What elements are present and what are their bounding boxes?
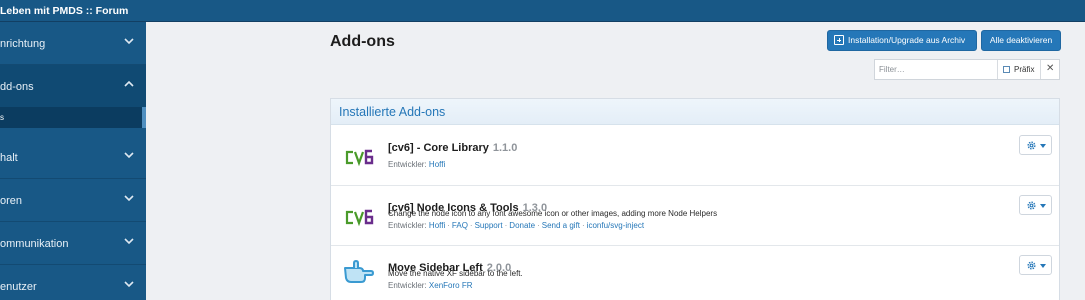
send-gift-link[interactable]: Send a gift xyxy=(542,221,580,230)
plus-square-icon xyxy=(834,35,844,45)
faq-link[interactable]: FAQ xyxy=(452,221,468,230)
addon-developer-line: Entwickler: Hoffi xyxy=(388,160,445,169)
addon-row-node-icons: [cv6] Node Icons & Tools 1.3.0 Change the… xyxy=(331,186,1059,246)
sidebar-item-label: nrichtung xyxy=(0,38,46,50)
sidebar-item-benutzer[interactable]: enutzer xyxy=(0,265,146,300)
addon-options-button[interactable] xyxy=(1019,195,1052,215)
svg-inject-link[interactable]: iconfu/svg-inject xyxy=(587,221,644,230)
sidebar: nrichtung dd-ons s halt oren ommunikatio… xyxy=(0,22,146,300)
sidebar-item-label: enutzer xyxy=(0,281,37,293)
addon-options-button[interactable] xyxy=(1019,255,1052,275)
sidebar-subitem-active[interactable]: s xyxy=(0,107,146,128)
page-title: Add-ons xyxy=(330,33,395,50)
filter-input[interactable]: Filter… xyxy=(879,65,905,74)
addon-row-move-sidebar: Move Sidebar Left 2.0.0 Move the native X… xyxy=(331,246,1059,300)
donate-link[interactable]: Donate xyxy=(509,221,535,230)
deactivate-all-button[interactable]: Alle deaktivieren xyxy=(981,30,1061,51)
addon-row-core-library: [cv6] - Core Library 1.1.0 Entwickler: Ho… xyxy=(331,126,1059,186)
addon-developer-line: Entwickler: XenForo FR xyxy=(388,281,473,290)
sidebar-item-inhalt[interactable]: halt xyxy=(0,136,146,179)
cv6-logo xyxy=(345,209,374,227)
support-link[interactable]: Support xyxy=(475,221,503,230)
sidebar-item-foren[interactable]: oren xyxy=(0,179,146,222)
gear-icon xyxy=(1027,141,1036,150)
addon-description: Move the native XF sidebar to the left. xyxy=(388,269,523,278)
addon-name-wrap: [cv6] - Core Library 1.1.0 xyxy=(388,142,517,154)
sidebar-item-label: halt xyxy=(0,152,18,164)
addon-description: Change the node icon to any font awesome… xyxy=(388,209,718,218)
chevron-down-icon xyxy=(124,281,134,288)
gear-icon xyxy=(1027,201,1036,210)
sidebar-item-label: ommunikation xyxy=(0,238,69,250)
chevron-down-icon xyxy=(1040,204,1046,208)
top-bar: Leben mit PMDS :: Forum xyxy=(0,0,1085,22)
developer-label: Entwickler: xyxy=(388,221,427,230)
addon-options-button[interactable] xyxy=(1019,135,1052,155)
divider xyxy=(1040,60,1041,79)
forum-title[interactable]: Leben mit PMDS :: Forum xyxy=(0,5,128,17)
addon-name[interactable]: [cv6] - Core Library xyxy=(388,142,489,154)
sidebar-item-label: oren xyxy=(0,195,23,207)
developer-label: Entwickler: xyxy=(388,160,427,169)
cv6-logo xyxy=(345,149,374,167)
prefix-label: Präfix xyxy=(1014,65,1035,74)
developer-link[interactable]: XenForo FR xyxy=(429,281,473,290)
chevron-down-icon xyxy=(124,238,134,245)
addon-version: 1.1.0 xyxy=(492,142,518,154)
chevron-down-icon xyxy=(124,38,134,45)
developer-link[interactable]: Hoffi xyxy=(429,221,445,230)
addon-developer-line: Entwickler: Hoffi · FAQ · Support · Donate · Sen… xyxy=(388,221,645,230)
sidebar-item-label: dd-ons xyxy=(0,81,34,93)
chevron-down-icon xyxy=(1040,264,1046,268)
chevron-down-icon xyxy=(1040,144,1046,148)
install-from-archive-button[interactable]: Installation/Upgrade aus Archiv xyxy=(827,30,977,51)
sidebar-item-einrichtung[interactable]: nrichtung xyxy=(0,22,146,65)
install-from-archive-label: Installation/Upgrade aus Archiv xyxy=(848,35,966,45)
chevron-down-icon xyxy=(124,195,134,202)
panel-title: Installierte Add-ons xyxy=(339,105,446,119)
filter-bar: Filter… Präfix ✕ xyxy=(874,59,1060,80)
prefix-checkbox[interactable] xyxy=(1003,66,1010,73)
panel-header: Installierte Add-ons xyxy=(331,99,1059,125)
sidebar-item-kommunikation[interactable]: ommunikation xyxy=(0,222,146,265)
developer-link[interactable]: Hoffi xyxy=(429,160,445,169)
chevron-down-icon xyxy=(124,152,134,159)
main-content: Add-ons Installation/Upgrade aus Archiv … xyxy=(146,22,1085,300)
sidebar-subitem-label: s xyxy=(0,113,4,122)
sidebar-item-addons[interactable]: dd-ons xyxy=(0,65,146,108)
gear-icon xyxy=(1027,261,1036,270)
divider xyxy=(997,60,998,79)
hand-pointer-icon xyxy=(344,259,374,283)
developer-label: Entwickler: xyxy=(388,281,427,290)
installed-addons-panel: Installierte Add-ons [cv6] - Core Librar… xyxy=(330,98,1060,300)
chevron-up-icon xyxy=(124,80,134,87)
clear-filter-icon[interactable]: ✕ xyxy=(1046,63,1054,74)
